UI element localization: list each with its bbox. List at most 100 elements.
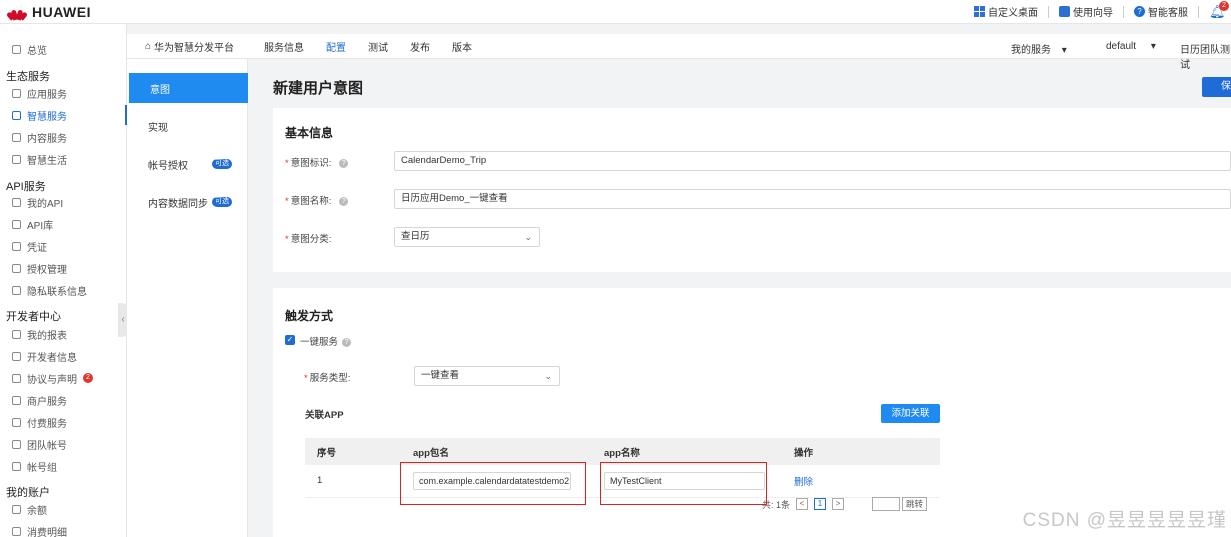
sidebar-item-expense[interactable]: 消费明细 xyxy=(0,521,127,537)
sidebar-item-privacy-contact[interactable]: 隐私联系信息 xyxy=(0,280,127,300)
subnav-item-label: 意图 xyxy=(150,84,170,96)
sidebar-item-paid-service[interactable]: 付费服务 xyxy=(0,412,127,432)
sidebar-item-smart-life[interactable]: 智慧生活 xyxy=(0,149,127,169)
service-type-label: * 服务类型: xyxy=(304,373,351,384)
my-service-label: 我的服务 xyxy=(1011,45,1051,56)
sidebar-item-authorization[interactable]: 授权管理 xyxy=(0,258,127,278)
one-click-label-text: 一键服务 xyxy=(300,337,339,348)
help-icon: ? xyxy=(1134,6,1145,17)
env-dropdown[interactable]: default ▾ xyxy=(1106,41,1156,52)
sidebar-item-merchant[interactable]: 商户服务 xyxy=(0,390,127,410)
credential-icon xyxy=(12,241,21,251)
service-type-select[interactable]: 一键查看 ⌄ xyxy=(414,366,560,386)
save-button[interactable]: 保 xyxy=(1202,77,1231,97)
sidebar-item-label: 智慧生活 xyxy=(27,155,67,167)
sidebar-item-developer-info[interactable]: 开发者信息 xyxy=(0,346,127,366)
huawei-flower-icon xyxy=(6,4,28,21)
caret-down-icon: ▾ xyxy=(1061,45,1067,56)
sidebar-item-overview[interactable]: 总览 xyxy=(0,39,127,59)
my-service-dropdown[interactable]: 我的服务 ▾ xyxy=(1011,41,1067,56)
home-icon xyxy=(12,44,21,54)
intent-name-label: * 意图名称:? xyxy=(285,193,349,207)
sidebar-item-label: 协议与声明 xyxy=(27,374,77,386)
sidebar-item-account-group[interactable]: 帐号组 xyxy=(0,456,127,476)
sidebar-item-content-service[interactable]: 内容服务 xyxy=(0,127,127,147)
action-cell: 删除 xyxy=(782,465,940,498)
tab-version[interactable]: 版本 xyxy=(452,39,472,54)
tab-test[interactable]: 测试 xyxy=(368,39,388,54)
user-icon xyxy=(12,197,21,207)
page-jump-input[interactable] xyxy=(872,497,901,511)
sidebar-item-label: 消费明细 xyxy=(27,527,67,537)
sidebar-item-smart-service[interactable]: 智慧服务 xyxy=(0,105,127,125)
platform-home-link[interactable]: ⌂ 华为智慧分发平台 xyxy=(145,39,234,54)
basic-info-title: 基本信息 xyxy=(285,126,334,140)
basic-info-card: 基本信息 * 意图标识:? CalendarDemo_Trip * 意图名称:? 日… xyxy=(273,108,1231,272)
intent-name-label-text: 意图名称: xyxy=(290,196,332,207)
intent-category-select[interactable]: 查日历 ⌄ xyxy=(394,227,540,247)
intent-category-value: 查日历 xyxy=(401,231,430,242)
subnav-item-implementation[interactable]: 实现 xyxy=(127,111,248,141)
team-selector[interactable]: 日历团队测试 xyxy=(1180,41,1231,71)
subnav-item-label: 实现 xyxy=(148,122,168,134)
one-click-checkbox[interactable]: ✓ xyxy=(285,335,295,345)
add-association-button[interactable]: 添加关联 xyxy=(881,404,940,423)
sidebar-item-reports[interactable]: 我的报表 xyxy=(0,324,127,344)
divider xyxy=(1198,5,1199,18)
config-subnav: 意图 实现 帐号授权 可选 内容数据同步 可选 xyxy=(127,59,248,537)
intent-name-input[interactable]: 日历应用Demo_一键查看 xyxy=(394,189,1231,209)
custom-desktop-link[interactable]: 自定义桌面 xyxy=(974,4,1038,19)
subnav-item-intent[interactable]: 意图 xyxy=(129,73,248,103)
sidebar-item-agreements[interactable]: 协议与声明 2 xyxy=(0,368,127,388)
huawei-logo[interactable]: HUAWEI xyxy=(6,4,91,21)
notification-badge: 2 xyxy=(1219,0,1229,11)
env-label: default xyxy=(1106,41,1137,52)
header-links: 自定义桌面 使用向导 ? 智能客服 🔔︎ 2 xyxy=(974,0,1229,19)
sidebar-item-label: 凭证 xyxy=(27,242,47,254)
main-sidebar: 总览 生态服务 应用服务 智慧服务 内容服务 智慧生活 API服务 我的API … xyxy=(0,24,127,537)
library-icon xyxy=(12,219,21,229)
intent-id-input[interactable]: CalendarDemo_Trip xyxy=(394,151,1231,171)
sidebar-item-label: 隐私联系信息 xyxy=(27,286,87,298)
document-icon xyxy=(12,373,21,383)
support-link[interactable]: ? 智能客服 xyxy=(1134,4,1188,19)
sidebar-item-api-library[interactable]: API库 xyxy=(0,214,127,234)
sidebar-item-app-service[interactable]: 应用服务 xyxy=(0,83,127,103)
highlight-box-package xyxy=(400,462,586,505)
sidebar-item-label: 授权管理 xyxy=(27,264,67,276)
tab-config[interactable]: 配置 xyxy=(326,39,346,54)
sidebar-item-label: 团队帐号 xyxy=(27,440,67,452)
page-jump-button[interactable]: 跳转 xyxy=(902,497,928,511)
guide-link[interactable]: 使用向导 xyxy=(1059,4,1113,19)
notification-bell-icon[interactable]: 🔔︎ 2 xyxy=(1209,0,1229,19)
subnav-item-account-auth[interactable]: 帐号授权 可选 xyxy=(127,149,248,179)
prev-page-button[interactable]: < xyxy=(796,498,809,510)
delete-link[interactable]: 删除 xyxy=(794,477,813,488)
one-click-label: 一键服务? xyxy=(300,334,352,348)
help-icon[interactable]: ? xyxy=(339,158,349,168)
sidebar-item-team-account[interactable]: 团队帐号 xyxy=(0,434,127,454)
sidebar-item-balance[interactable]: 余额 xyxy=(0,499,127,519)
intent-id-label: * 意图标识:? xyxy=(285,155,349,169)
sidebar-item-credentials[interactable]: 凭证 xyxy=(0,236,127,256)
subnav-item-label: 内容数据同步 xyxy=(148,198,208,210)
page-number-button[interactable]: 1 xyxy=(814,498,827,510)
team-icon xyxy=(12,439,21,449)
table-header-row: 序号 app包名 app名称 操作 xyxy=(305,438,940,465)
tab-service-info[interactable]: 服务信息 xyxy=(264,39,304,54)
caret-down-icon: ▾ xyxy=(1150,41,1156,52)
help-icon[interactable]: ? xyxy=(342,337,352,347)
grid-icon xyxy=(974,6,985,17)
wallet-icon xyxy=(12,504,21,514)
next-page-button[interactable]: > xyxy=(832,498,845,510)
row-index: 1 xyxy=(305,465,401,498)
sidebar-item-my-api[interactable]: 我的API xyxy=(0,192,127,212)
optional-tag: 可选 xyxy=(212,197,232,207)
support-label: 智能客服 xyxy=(1148,8,1188,19)
custom-desktop-label: 自定义桌面 xyxy=(988,8,1038,19)
product-nav-bar: ⌂ 华为智慧分发平台 服务信息 配置 测试 发布 版本 我的服务 ▾ defau… xyxy=(127,34,1231,71)
group-icon xyxy=(12,461,21,471)
help-icon[interactable]: ? xyxy=(339,196,349,206)
subnav-item-content-sync[interactable]: 内容数据同步 可选 xyxy=(127,187,248,217)
tab-release[interactable]: 发布 xyxy=(410,39,430,54)
